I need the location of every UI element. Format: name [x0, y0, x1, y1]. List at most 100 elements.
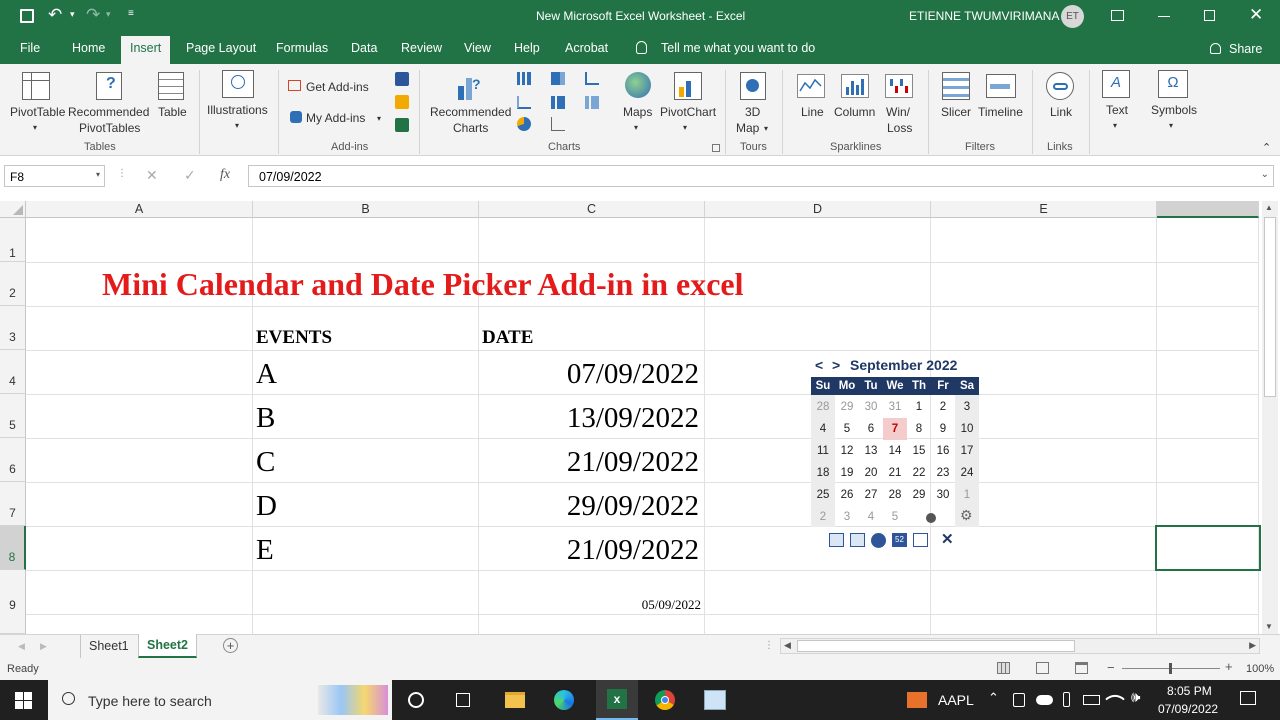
battery-icon[interactable] [1083, 695, 1100, 705]
events-header[interactable]: EVENTS [256, 327, 332, 349]
formula-bar-handle-icon[interactable]: ⋮ [117, 168, 127, 179]
calendar-day[interactable]: 25 [811, 484, 835, 506]
row-header-5[interactable]: 5 [0, 394, 26, 438]
column-header-c[interactable]: C [479, 201, 705, 218]
calendar-dock-right-icon[interactable] [850, 533, 865, 547]
visio-icon[interactable] [395, 72, 409, 86]
recommended-charts-icon[interactable]: ? [456, 72, 484, 100]
link-button[interactable]: Link [1050, 104, 1072, 120]
tab-formulas[interactable]: Formulas [276, 41, 328, 55]
3d-map-label-1[interactable]: 3D [745, 104, 760, 120]
redo-icon[interactable]: ↷ [86, 5, 100, 25]
stocks-widget-icon[interactable] [907, 692, 927, 708]
calendar-day[interactable]: 21 [883, 462, 907, 484]
waterfall-chart-icon[interactable] [585, 72, 599, 85]
recommended-charts-label-1[interactable]: Recommended [430, 104, 511, 120]
stock-ticker[interactable]: AAPL [938, 692, 974, 708]
row-header-4[interactable]: 4 [0, 350, 26, 394]
table-button[interactable]: Table [158, 104, 187, 120]
maps-dropdown-icon[interactable]: ▾ [634, 120, 638, 136]
prev-sheet-icon[interactable]: ◀ [18, 641, 25, 652]
calendar-day[interactable]: 1 [907, 396, 931, 418]
date-cell-c9[interactable]: 05/09/2022 [642, 597, 701, 613]
windows-start-icon[interactable] [15, 692, 32, 709]
link-icon[interactable] [1046, 72, 1074, 100]
calendar-day[interactable]: 28 [883, 484, 907, 506]
column-chart-icon[interactable] [517, 72, 531, 85]
pivottable-icon[interactable] [22, 72, 50, 100]
sheet-tab-sheet1[interactable]: Sheet1 [80, 635, 137, 658]
tab-data[interactable]: Data [351, 41, 377, 55]
calendar-next-button[interactable]: > [832, 357, 840, 373]
row-header-2[interactable]: 2 [0, 262, 26, 306]
bing-icon[interactable] [395, 95, 409, 109]
undo-dropdown-icon[interactable]: ▾ [70, 9, 75, 20]
horizontal-scroll-thumb[interactable] [797, 640, 1075, 652]
scroll-up-icon[interactable]: ▲ [1265, 203, 1273, 212]
my-addins-button[interactable]: My Add-ins [306, 110, 365, 126]
save-icon[interactable] [20, 9, 34, 23]
calendar-day[interactable]: 15 [907, 440, 931, 462]
clock-time[interactable]: 8:05 PM [1167, 684, 1212, 698]
3d-map-label-2[interactable]: Map [736, 120, 759, 136]
pivotchart-button[interactable]: PivotChart [660, 104, 716, 120]
calendar-day[interactable]: 18 [811, 462, 835, 484]
statistic-chart-icon[interactable] [551, 96, 565, 109]
zoom-level[interactable]: 100% [1246, 663, 1274, 675]
calendar-month-label[interactable]: September 2022 [850, 357, 957, 373]
row-header-6[interactable]: 6 [0, 438, 26, 482]
pivotchart-icon[interactable] [674, 72, 702, 100]
date-cell[interactable]: 21/09/2022 [567, 446, 699, 479]
column-header-d[interactable]: D [705, 201, 931, 218]
3d-map-dropdown-icon[interactable]: ▾ [764, 121, 768, 137]
insert-function-icon[interactable]: fx [220, 167, 230, 183]
calendar-day[interactable]: 2 [931, 396, 955, 418]
calendar-day[interactable]: 16 [931, 440, 955, 462]
zoom-out-icon[interactable]: − [1107, 660, 1115, 675]
calendar-day[interactable]: 5 [835, 418, 859, 440]
undo-icon[interactable]: ↶ [48, 5, 62, 25]
illustrations-dropdown-icon[interactable]: ▾ [235, 118, 239, 134]
3d-map-icon[interactable] [740, 72, 766, 100]
calendar-settings-icon[interactable]: ⚙ [960, 507, 973, 524]
line-chart-icon[interactable] [517, 96, 531, 109]
calendar-day[interactable]: 20 [859, 462, 883, 484]
date-cell[interactable]: 13/09/2022 [567, 402, 699, 435]
formula-input[interactable]: 07/09/2022 ⌄ [248, 165, 1274, 187]
tell-me-search[interactable]: Tell me what you want to do [661, 41, 815, 55]
calendar-today-icon[interactable] [926, 513, 936, 523]
combo-chart-icon[interactable] [585, 96, 599, 109]
symbols-dropdown-icon[interactable]: ▾ [1169, 118, 1173, 134]
normal-view-icon[interactable] [997, 662, 1010, 674]
zoom-in-icon[interactable]: + [1225, 659, 1233, 674]
sheet-tab-splitter-icon[interactable]: ⋮ [764, 640, 774, 651]
meet-now-icon[interactable] [1013, 693, 1025, 707]
clock-date[interactable]: 07/09/2022 [1158, 702, 1218, 716]
sheet-tab-sheet2[interactable]: Sheet2 [138, 634, 197, 658]
sheet-title[interactable]: Mini Calendar and Date Picker Add-in in … [102, 266, 744, 303]
sparkline-column-button[interactable]: Column [834, 104, 875, 120]
cancel-icon[interactable]: ✕ [146, 167, 158, 184]
tab-review[interactable]: Review [401, 41, 442, 55]
share-button[interactable]: Share [1229, 42, 1262, 56]
recommended-pivottables-icon[interactable]: ? [96, 72, 122, 100]
row-header-3[interactable]: 3 [0, 306, 26, 350]
ribbon-display-icon[interactable] [1111, 10, 1124, 21]
show-hidden-icons-icon[interactable]: ⌃ [988, 690, 999, 706]
tab-acrobat[interactable]: Acrobat [565, 41, 608, 55]
scroll-left-icon[interactable]: ◀ [784, 640, 791, 651]
onedrive-icon[interactable] [1036, 695, 1053, 705]
row-header-1[interactable]: 1 [0, 218, 26, 262]
name-box-dropdown-icon[interactable]: ▾ [96, 170, 100, 179]
maps-icon[interactable] [625, 72, 651, 98]
scroll-right-icon[interactable]: ▶ [1249, 640, 1256, 651]
illustrations-icon[interactable] [222, 70, 254, 98]
calendar-day[interactable]: 17 [955, 440, 979, 462]
sparkline-winloss-label-2[interactable]: Loss [887, 120, 912, 136]
calendar-day[interactable]: 22 [907, 462, 931, 484]
sparkline-line-icon[interactable] [797, 74, 825, 98]
calendar-day[interactable]: 31 [883, 396, 907, 418]
customize-toolbar-icon[interactable]: ≡ [128, 8, 134, 19]
edge-icon[interactable] [554, 690, 574, 710]
wifi-icon[interactable] [1105, 689, 1125, 709]
